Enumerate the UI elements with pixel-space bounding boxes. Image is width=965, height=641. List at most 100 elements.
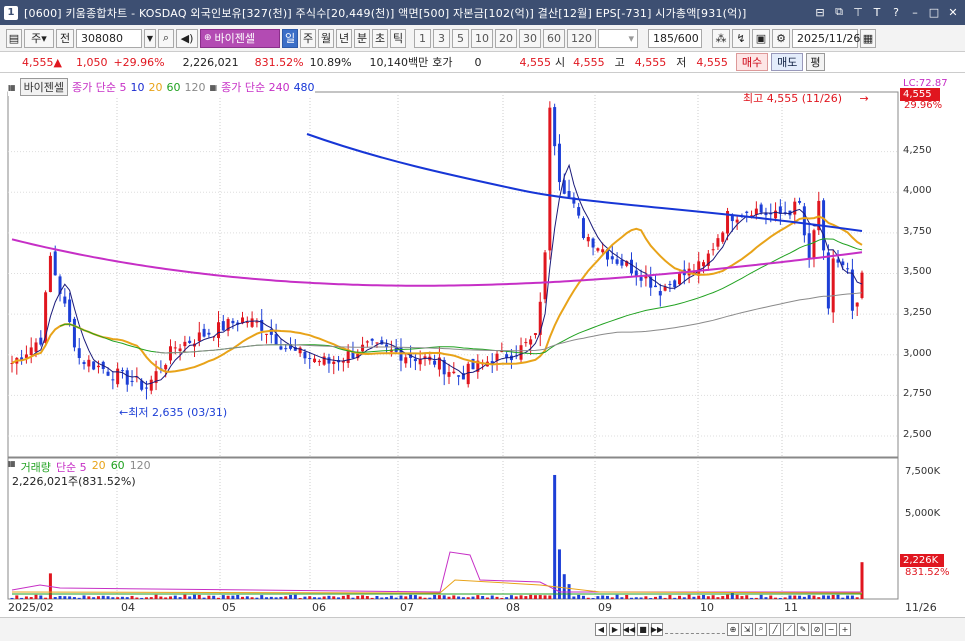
- help-icon[interactable]: ?: [888, 4, 904, 20]
- volume-bar: [327, 595, 331, 599]
- indicator-icon[interactable]: ⁂: [712, 28, 730, 48]
- period-day[interactable]: 일: [282, 28, 298, 48]
- candle-body: [855, 302, 859, 307]
- period-second[interactable]: 초: [372, 28, 388, 48]
- candle-body: [418, 359, 422, 365]
- period-week[interactable]: 주: [300, 28, 316, 48]
- volume-bar: [529, 594, 533, 599]
- candle-body: [188, 340, 192, 343]
- scroll-left-icon[interactable]: ◀: [595, 622, 607, 636]
- candle-body: [164, 364, 168, 370]
- volume-bar: [745, 595, 749, 599]
- tool-draw-icon[interactable]: ✎: [797, 622, 809, 636]
- date-input[interactable]: 2025/11/26: [792, 28, 860, 48]
- volume-bar: [409, 594, 413, 599]
- stock-name-label[interactable]: ⊕ 바이젠셀: [200, 28, 280, 48]
- candle-body: [629, 259, 633, 274]
- sell-button[interactable]: 매도: [771, 53, 804, 71]
- maximize-icon[interactable]: □: [926, 4, 942, 20]
- legend-ma-label: 종가 단순 5: [72, 81, 127, 94]
- layout-icon[interactable]: ⊟: [812, 4, 828, 20]
- stock-code-input[interactable]: 308080: [76, 28, 142, 48]
- tool-zoom-icon[interactable]: ⌕: [755, 622, 767, 636]
- volume-bar: [668, 595, 672, 599]
- tool-line-icon[interactable]: ╱: [769, 622, 781, 636]
- candle-body: [495, 353, 499, 361]
- period-month[interactable]: 월: [318, 28, 334, 48]
- scroll-last-icon[interactable]: ▶▶: [651, 622, 663, 636]
- zoom-in-icon[interactable]: +: [839, 622, 851, 636]
- candle-body: [735, 219, 739, 223]
- period-tick[interactable]: 틱: [390, 28, 406, 48]
- period-year[interactable]: 년: [336, 28, 352, 48]
- interval-1[interactable]: 1: [414, 28, 431, 48]
- scroll-stop-icon[interactable]: ■: [637, 622, 649, 636]
- volume-bar: [461, 597, 465, 599]
- period-minute[interactable]: 분: [354, 28, 370, 48]
- price-chart[interactable]: [0, 74, 965, 641]
- interval-3[interactable]: 3: [433, 28, 450, 48]
- interval-10[interactable]: 10: [471, 28, 493, 48]
- font-icon[interactable]: T: [869, 4, 885, 20]
- save-icon[interactable]: ▣: [752, 28, 770, 48]
- close-icon[interactable]: ✕: [945, 4, 961, 20]
- candle-body: [601, 249, 605, 253]
- candle-body: [375, 342, 379, 344]
- interval-60[interactable]: 60: [543, 28, 565, 48]
- tool-trend-icon[interactable]: ⟋: [783, 622, 795, 636]
- tool-pan-icon[interactable]: ⇲: [741, 622, 753, 636]
- candle-body: [745, 211, 749, 213]
- legend-ma10: 10: [130, 80, 145, 94]
- tool-cross-icon[interactable]: ⊘: [811, 622, 823, 636]
- interval-5[interactable]: 5: [452, 28, 469, 48]
- eval-button[interactable]: 평: [806, 53, 825, 71]
- code-dropdown-icon[interactable]: ▼: [144, 28, 156, 48]
- scroll-first-icon[interactable]: ◀◀: [623, 622, 635, 636]
- volume-bar: [466, 597, 470, 599]
- candle-body: [183, 341, 187, 347]
- speaker-icon[interactable]: ◀): [176, 28, 198, 48]
- candle-body: [548, 107, 552, 251]
- low-label: 저: [676, 56, 687, 69]
- candle-body: [543, 252, 547, 300]
- ma60-line: [59, 238, 863, 355]
- candle-body: [48, 255, 52, 293]
- volume-bar: [351, 597, 355, 599]
- legend-stock-name[interactable]: 바이젠셀: [19, 78, 69, 96]
- interval-120[interactable]: 120: [567, 28, 596, 48]
- search-icon[interactable]: ⌕: [158, 28, 174, 48]
- volume-bar: [226, 595, 230, 599]
- volume-bar: [697, 595, 701, 599]
- volume-bar: [812, 595, 816, 599]
- zoom-out-icon[interactable]: −: [825, 622, 837, 636]
- ma240-line: [11, 238, 863, 287]
- xaxis-label: 11: [784, 601, 798, 614]
- volume-bar: [241, 596, 245, 599]
- volume-bar: [682, 597, 686, 599]
- pin-icon[interactable]: ⊤: [850, 4, 866, 20]
- tool-cursor-icon[interactable]: ⊕: [727, 622, 739, 636]
- compare-icon[interactable]: ↯: [732, 28, 750, 48]
- stock-list-icon[interactable]: ▤: [6, 28, 22, 48]
- minimize-icon[interactable]: –: [907, 4, 923, 20]
- scroll-right-icon[interactable]: ▶: [609, 622, 621, 636]
- calendar-icon[interactable]: ▦: [860, 28, 876, 48]
- candle-body: [774, 210, 778, 219]
- settings-gear-icon[interactable]: ⚙: [772, 28, 790, 48]
- volume-bar: [514, 596, 518, 599]
- copy-icon[interactable]: ⧉: [831, 4, 847, 20]
- stock-type-select[interactable]: 주 ▾: [24, 28, 54, 48]
- volume-bar: [476, 595, 480, 599]
- buy-button[interactable]: 매수: [735, 53, 769, 71]
- interval-20[interactable]: 20: [495, 28, 517, 48]
- interval-30[interactable]: 30: [519, 28, 541, 48]
- interval-custom-select[interactable]: ▾: [598, 28, 638, 48]
- turnover-pct: 10.89%: [309, 55, 352, 69]
- low-annotation: ←최저 2,635 (03/31): [119, 406, 228, 419]
- scroll-track[interactable]: [665, 624, 725, 634]
- xaxis-label: 05: [222, 601, 236, 614]
- volume-bar: [125, 597, 129, 599]
- bars-count-input[interactable]: 185/600: [648, 28, 702, 48]
- prev-button[interactable]: 전: [56, 28, 74, 48]
- candle-body: [639, 277, 643, 281]
